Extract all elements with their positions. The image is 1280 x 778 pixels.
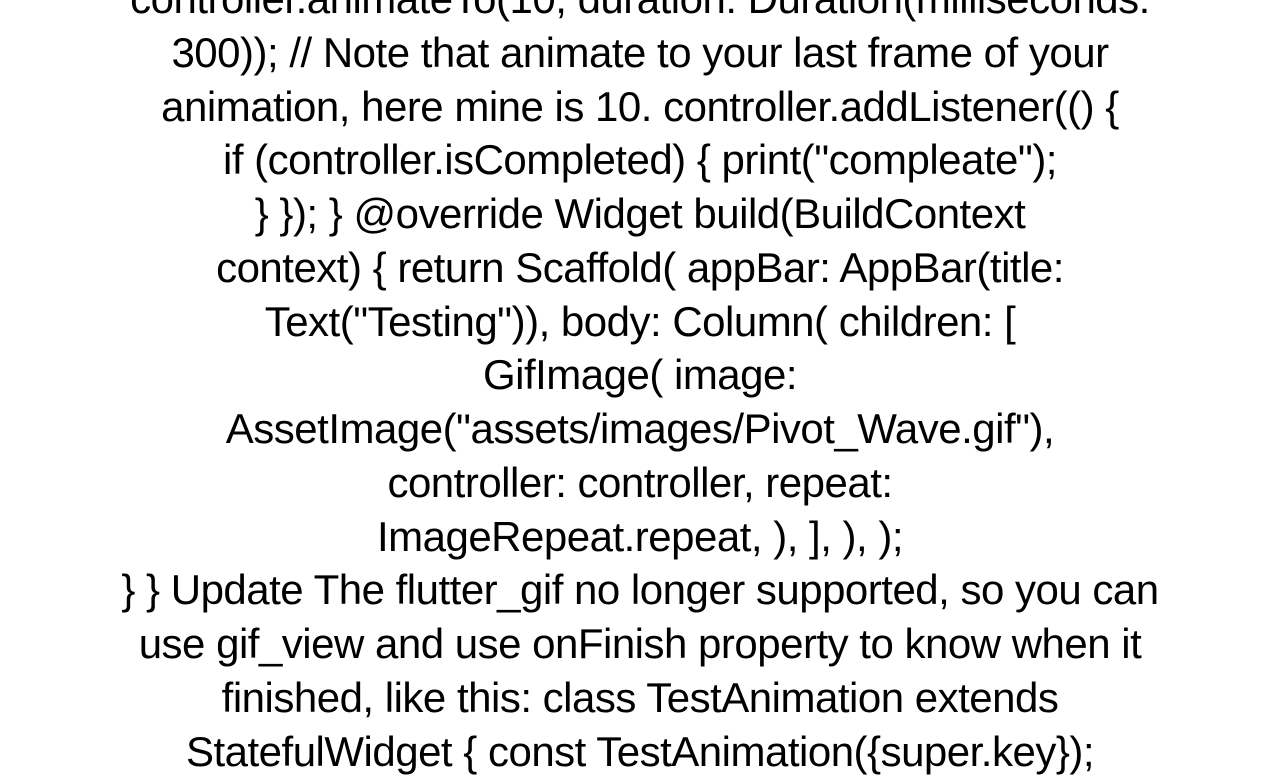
text-line: context) { return Scaffold( appBar: AppB… [40,241,1240,295]
text-line: controller: controller, repeat: [40,456,1240,510]
text-line: if (controller.isCompleted) { print("com… [40,133,1240,187]
text-line: } }); } @override Widget build(BuildCont… [40,187,1240,241]
text-line: controller.animateTo(10, duration: Durat… [40,0,1240,26]
text-line: 300)); // Note that animate to your last… [40,26,1240,80]
document-text-block: controller.animateTo(10, duration: Durat… [0,0,1280,778]
text-line: animation, here mine is 10. controller.a… [40,80,1240,134]
text-line: GifImage( image: [40,348,1240,402]
text-line: use gif_view and use onFinish property t… [40,617,1240,671]
text-line: Text("Testing")), body: Column( children… [40,295,1240,349]
text-line: StatefulWidget { const TestAnimation({su… [40,725,1240,778]
text-line: } } Update The flutter_gif no longer sup… [40,563,1240,617]
text-line: ImageRepeat.repeat, ), ], ), ); [40,510,1240,564]
text-line: AssetImage("assets/images/Pivot_Wave.gif… [40,402,1240,456]
text-line: finished, like this: class TestAnimation… [40,671,1240,725]
